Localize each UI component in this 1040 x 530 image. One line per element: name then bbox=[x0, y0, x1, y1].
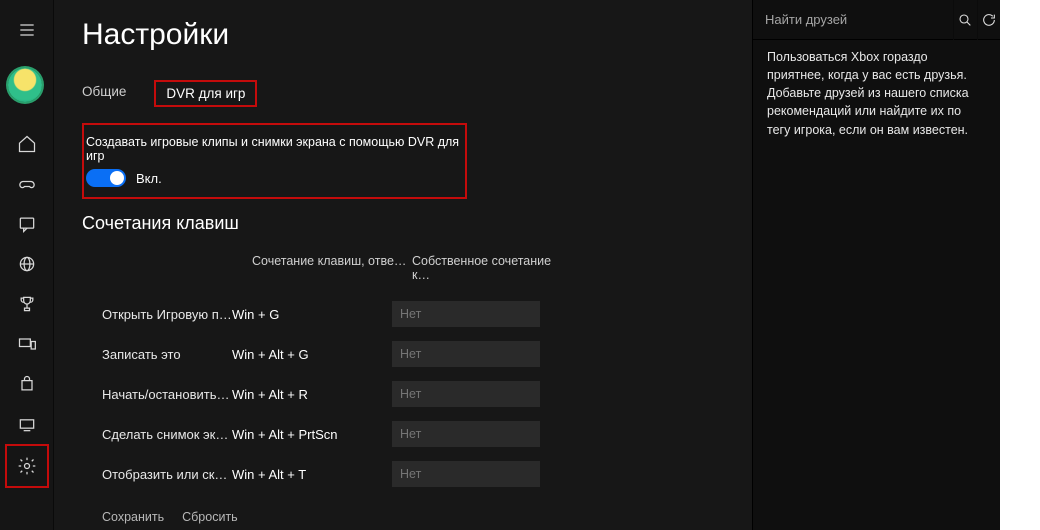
settings-nav-highlight bbox=[5, 444, 49, 488]
controller-icon[interactable] bbox=[7, 164, 47, 204]
tab-general[interactable]: Общие bbox=[82, 80, 126, 107]
tab-dvr[interactable]: DVR для игр bbox=[154, 80, 257, 107]
search-icon[interactable] bbox=[953, 0, 977, 40]
dvr-toggle-switch[interactable] bbox=[86, 169, 126, 187]
search-input[interactable] bbox=[753, 12, 953, 27]
tabs: Общие DVR для игр bbox=[82, 80, 752, 107]
avatar[interactable] bbox=[8, 68, 46, 106]
shortcut-row: Отобразить или скрыт… Win + Alt + T bbox=[82, 454, 752, 494]
shortcut-custom-input[interactable] bbox=[392, 461, 540, 487]
refresh-icon[interactable] bbox=[977, 0, 1001, 40]
sidebar bbox=[0, 0, 54, 530]
dvr-toggle-state: Вкл. bbox=[136, 171, 162, 186]
shortcut-label: Отобразить или скрыт… bbox=[82, 467, 232, 482]
shortcut-fixed: Win + Alt + PrtScn bbox=[232, 427, 392, 442]
shortcuts-headers: Сочетание клавиш, отве… Собственное соче… bbox=[82, 254, 752, 282]
shortcut-label: Сделать снимок экрана bbox=[82, 427, 232, 442]
friends-panel-text: Пользоваться Xbox гораздо приятнее, когд… bbox=[753, 40, 1000, 147]
shortcut-custom-input[interactable] bbox=[392, 301, 540, 327]
shortcut-fixed: Win + Alt + G bbox=[232, 347, 392, 362]
shortcut-row: Записать это Win + Alt + G bbox=[82, 334, 752, 374]
shortcut-fixed: Win + Alt + T bbox=[232, 467, 392, 482]
header-custom: Собственное сочетание к… bbox=[412, 254, 562, 282]
gear-icon[interactable] bbox=[7, 446, 47, 486]
shortcut-row: Сделать снимок экрана Win + Alt + PrtScn bbox=[82, 414, 752, 454]
page-edge bbox=[1000, 0, 1040, 530]
trophy-icon[interactable] bbox=[7, 284, 47, 324]
footer-actions: Сохранить Сбросить bbox=[82, 510, 752, 524]
devices-icon[interactable] bbox=[7, 324, 47, 364]
search-row bbox=[753, 0, 1000, 40]
shortcut-fixed: Win + Alt + R bbox=[232, 387, 392, 402]
connect-icon[interactable] bbox=[7, 404, 47, 444]
hamburger-icon[interactable] bbox=[7, 10, 47, 50]
save-button[interactable]: Сохранить bbox=[102, 510, 164, 524]
shortcuts-title: Сочетания клавиш bbox=[82, 213, 752, 234]
dvr-toggle-section: Создавать игровые клипы и снимки экрана … bbox=[82, 123, 467, 199]
store-icon[interactable] bbox=[7, 364, 47, 404]
shortcut-row: Начать/остановить зап… Win + Alt + R bbox=[82, 374, 752, 414]
dvr-toggle-caption: Создавать игровые клипы и снимки экрана … bbox=[86, 135, 463, 163]
shortcut-custom-input[interactable] bbox=[392, 421, 540, 447]
shortcut-label: Записать это bbox=[82, 347, 232, 362]
shortcut-label: Начать/остановить зап… bbox=[82, 387, 232, 402]
home-icon[interactable] bbox=[7, 124, 47, 164]
page-title: Настройки bbox=[82, 18, 752, 52]
chat-icon[interactable] bbox=[7, 204, 47, 244]
header-fixed: Сочетание клавиш, отве… bbox=[252, 254, 412, 282]
friends-panel: Пользоваться Xbox гораздо приятнее, когд… bbox=[752, 0, 1000, 530]
globe-icon[interactable] bbox=[7, 244, 47, 284]
shortcut-label: Открыть Игровую пан… bbox=[82, 307, 232, 322]
reset-button[interactable]: Сбросить bbox=[182, 510, 238, 524]
main-content: Настройки Общие DVR для игр Создавать иг… bbox=[54, 0, 752, 530]
shortcut-custom-input[interactable] bbox=[392, 341, 540, 367]
shortcut-custom-input[interactable] bbox=[392, 381, 540, 407]
shortcut-fixed: Win + G bbox=[232, 307, 392, 322]
shortcut-row: Открыть Игровую пан… Win + G bbox=[82, 294, 752, 334]
